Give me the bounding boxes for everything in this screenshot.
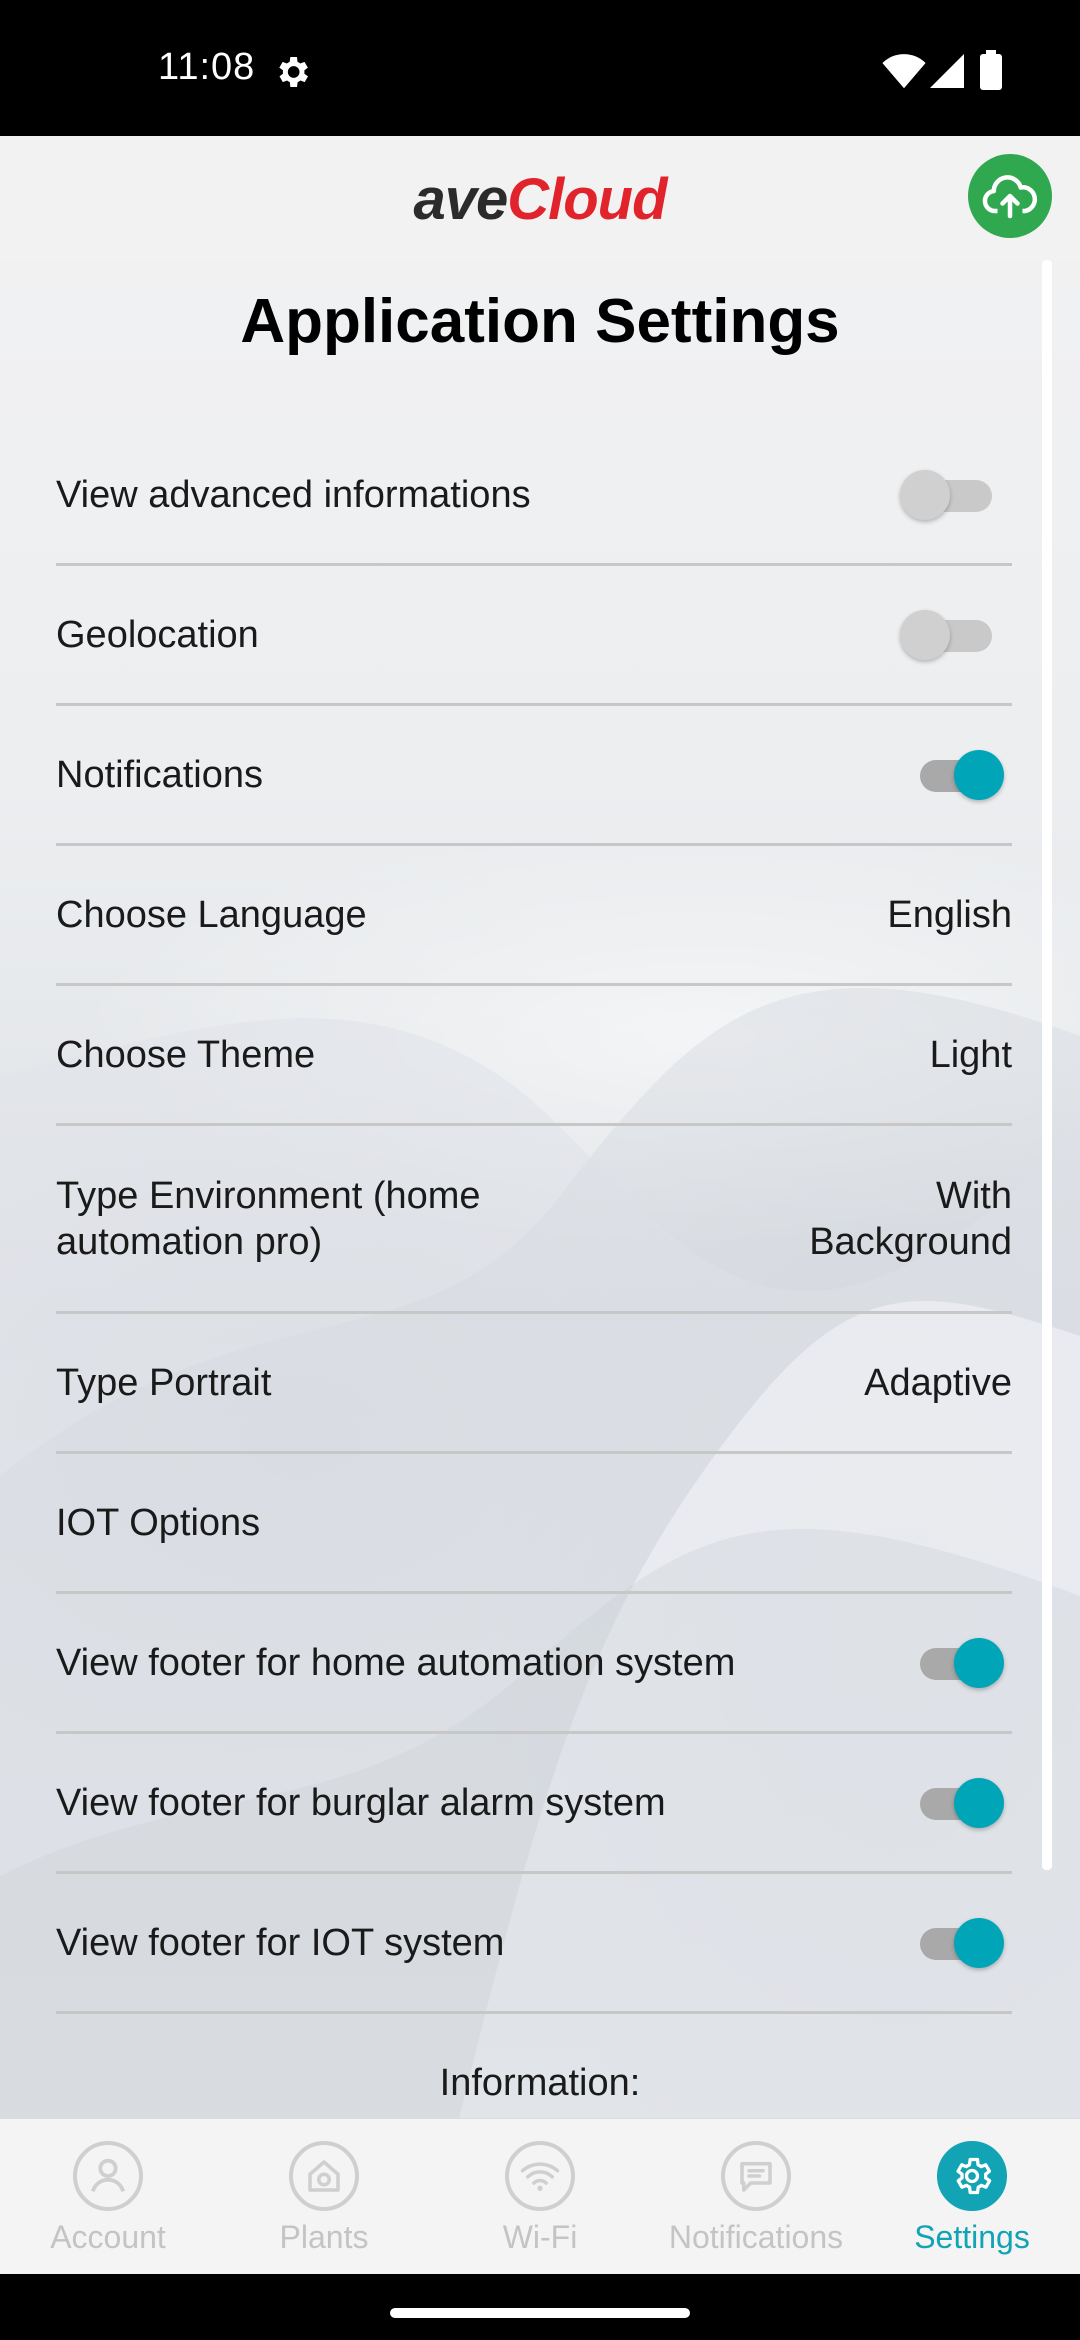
setting-choose-language[interactable]: Choose Language English	[56, 846, 1012, 986]
footer-iot-toggle[interactable]	[916, 1917, 1004, 1968]
cloud-upload-button[interactable]	[968, 154, 1052, 238]
bottom-navigation: Account Plants Wi-Fi Notifications Setti…	[0, 2118, 1080, 2275]
footer-burglar-alarm-toggle[interactable]	[916, 1777, 1004, 1828]
gesture-bar	[0, 2274, 1080, 2340]
setting-label: View footer for IOT system	[56, 1921, 505, 1964]
cellular-icon	[930, 54, 964, 88]
nav-label: Plants	[279, 2219, 369, 2255]
nav-item-plants[interactable]: Plants	[216, 2119, 432, 2275]
setting-label: Type Portrait	[56, 1361, 272, 1404]
app-header: aveCloud	[0, 136, 1080, 260]
setting-label: Notifications	[56, 753, 263, 796]
avecloud-logo: aveCloud	[413, 167, 667, 232]
battery-icon	[980, 50, 1002, 90]
setting-footer-burglar-alarm[interactable]: View footer for burglar alarm system	[56, 1734, 1012, 1874]
home-indicator[interactable]	[390, 2308, 690, 2318]
plants-icon	[289, 2141, 359, 2211]
setting-value: With Background	[809, 1174, 1012, 1263]
cloud-upload-icon	[982, 175, 1038, 219]
setting-label: Geolocation	[56, 613, 259, 656]
nav-item-account[interactable]: Account	[0, 2119, 216, 2275]
wifi-icon	[505, 2141, 575, 2211]
nav-item-wifi[interactable]: Wi-Fi	[432, 2119, 648, 2275]
setting-value: English	[887, 893, 1012, 936]
setting-value: Light	[929, 1033, 1012, 1076]
account-icon	[73, 2141, 143, 2211]
setting-label: View footer for burglar alarm system	[56, 1781, 666, 1824]
notifications-toggle[interactable]	[916, 749, 1004, 800]
wifi-icon	[882, 54, 926, 89]
setting-type-environment[interactable]: Type Environment (home automation pro) W…	[56, 1126, 1012, 1314]
setting-label: Type Environment (home automation pro)	[56, 1174, 481, 1263]
setting-iot-options[interactable]: IOT Options	[56, 1454, 1012, 1594]
settings-gear-icon	[937, 2141, 1007, 2211]
setting-label: View footer for home automation system	[56, 1641, 736, 1684]
status-bar: 11:08	[0, 0, 1080, 136]
nav-item-settings[interactable]: Settings	[864, 2119, 1080, 2275]
setting-footer-iot[interactable]: View footer for IOT system	[56, 1874, 1012, 2014]
app-screen: aveCloud Application Settings View advan…	[0, 136, 1080, 2274]
setting-type-portrait[interactable]: Type Portrait Adaptive	[56, 1314, 1012, 1454]
setting-choose-theme[interactable]: Choose Theme Light	[56, 986, 1012, 1126]
notifications-icon	[721, 2141, 791, 2211]
setting-view-advanced-informations[interactable]: View advanced informations	[56, 426, 1012, 566]
nav-item-notifications[interactable]: Notifications	[648, 2119, 864, 2275]
setting-notifications[interactable]: Notifications	[56, 706, 1012, 846]
setting-value: Adaptive	[864, 1361, 1012, 1404]
nav-label: Wi-Fi	[502, 2219, 578, 2255]
geolocation-toggle[interactable]	[900, 609, 1004, 660]
gear-icon	[279, 57, 308, 87]
setting-label: IOT Options	[56, 1501, 261, 1544]
setting-label: Choose Language	[56, 893, 367, 936]
nav-label: Account	[50, 2219, 166, 2255]
setting-label: View advanced informations	[56, 473, 531, 516]
footer-home-automation-toggle[interactable]	[916, 1637, 1004, 1688]
information-heading: Information:	[439, 2062, 641, 2104]
nav-label: Notifications	[668, 2219, 844, 2255]
scrollbar[interactable]	[1042, 260, 1052, 1870]
status-time: 11:08	[158, 46, 256, 88]
nav-label: Settings	[914, 2219, 1030, 2255]
advanced-informations-toggle[interactable]	[900, 469, 1004, 520]
setting-footer-home-automation[interactable]: View footer for home automation system	[56, 1594, 1012, 1734]
setting-geolocation[interactable]: Geolocation	[56, 566, 1012, 706]
setting-label: Choose Theme	[56, 1033, 316, 1076]
settings-list: View advanced informations Geolocation N…	[56, 426, 1012, 2014]
page-title: Application Settings	[240, 287, 840, 356]
